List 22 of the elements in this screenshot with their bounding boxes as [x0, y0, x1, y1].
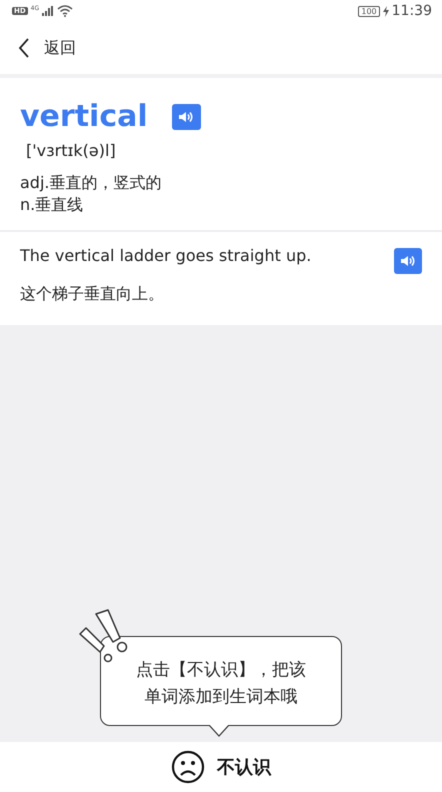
speaker-icon [400, 255, 416, 267]
speaker-button[interactable] [394, 248, 422, 274]
tip-text: 单词添加到生词本哦 [144, 686, 298, 709]
example-translation: 这个梯子垂直向上。 [20, 284, 165, 305]
back-label[interactable]: 返回 [44, 38, 76, 58]
wifi-icon [57, 5, 74, 17]
back-button[interactable]: 返回 [18, 38, 76, 58]
signal-icon [42, 6, 54, 16]
speaker-icon [178, 110, 194, 122]
phonetic-text: ['vɜrtɪk(ə)l] [26, 141, 117, 160]
battery-level: 100 [358, 6, 380, 16]
meaning-text: n.垂直线 [20, 194, 84, 216]
charging-icon [382, 6, 389, 16]
back-icon [18, 38, 30, 58]
tip-text: 点击【不认识】，把该 [135, 659, 307, 682]
speaker-button[interactable] [172, 104, 201, 130]
word-title: vertical [20, 100, 148, 133]
example-sentence: The vertical ladder goes straight up. [20, 245, 312, 265]
sad-face-icon [171, 750, 205, 784]
meaning-text: adj.垂直的，竖式的 [20, 172, 162, 194]
unknown-button[interactable]: 不认识 [171, 750, 271, 784]
clock-time: 11:39 [392, 3, 432, 19]
